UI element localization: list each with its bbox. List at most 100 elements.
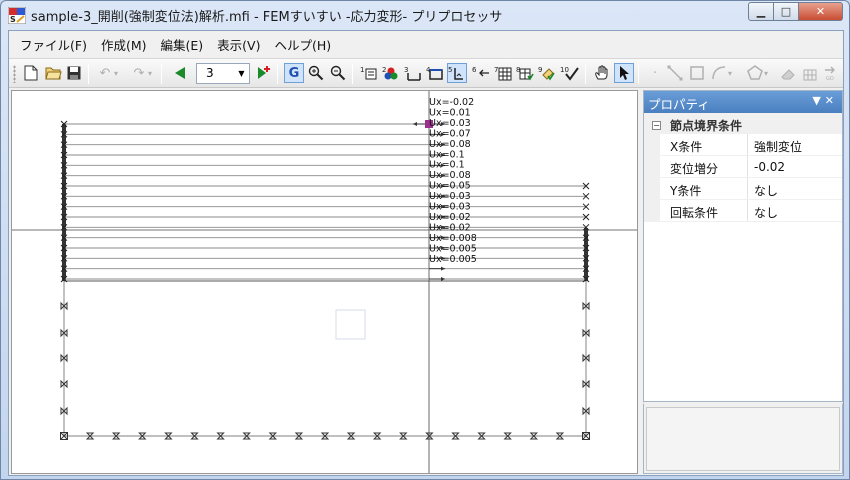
properties-category[interactable]: − 節点境界条件 (644, 113, 842, 134)
property-value[interactable]: -0.02 (748, 156, 785, 177)
zoom-in-icon[interactable] (306, 63, 326, 83)
property-value[interactable]: なし (748, 178, 778, 199)
svg-text:1: 1 (360, 66, 364, 74)
displacement-label: Ux=0.03 (429, 191, 471, 202)
property-name: 変位増分 (660, 156, 748, 177)
rectangle-tool-icon[interactable] (687, 63, 707, 83)
menu-help[interactable]: ヘルプ(H) (267, 32, 338, 57)
point-tool-icon[interactable]: · (645, 63, 665, 83)
menu-file[interactable]: ファイル(F) (13, 32, 94, 57)
displacement-arrowhead (441, 277, 445, 281)
panel-close-icon[interactable]: ✕ (825, 94, 838, 107)
close-button[interactable]: ✕ (799, 2, 843, 21)
step-select[interactable]: 3 ▼ (196, 63, 250, 84)
open-folder-icon[interactable] (43, 63, 63, 83)
erase-tool-icon[interactable] (778, 63, 798, 83)
fem-model-view[interactable]: Ux=-0.02Ux=0.01Ux=0.03Ux=0.07Ux=0.08Ux=0… (12, 91, 637, 473)
property-row[interactable]: X条件 強制変位 (644, 134, 842, 156)
svg-text:5: 5 (448, 66, 452, 74)
menu-bar: ファイル(F) 作成(M) 編集(E) 表示(V) ヘルプ(H) (9, 31, 843, 57)
property-value[interactable]: なし (748, 200, 778, 221)
selected-arrowhead (413, 122, 417, 126)
save-icon[interactable] (64, 63, 84, 83)
properties-header: プロパティ ▼✕ (644, 91, 842, 113)
chevron-down-icon[interactable]: ▼ (235, 65, 248, 82)
grid-snap-icon[interactable]: G (284, 63, 304, 83)
displacement-label: Ux=0.008 (429, 233, 477, 244)
toolbar-separator (88, 64, 89, 84)
minimize-button[interactable]: ▁ (748, 2, 774, 21)
caption-buttons: ▁ □ ✕ (748, 2, 843, 21)
element-icon[interactable]: 3 (403, 63, 423, 83)
properties-panel: プロパティ ▼✕ − 節点境界条件 X条件 強制変位 変位増分 -0.02 Y条… (643, 90, 843, 402)
check-data-icon[interactable]: 9 (537, 63, 557, 83)
line-tool-icon[interactable] (665, 63, 685, 83)
node-number-icon[interactable]: 1 (359, 63, 379, 83)
mesh-frame (62, 124, 588, 437)
step-select-value: 3 (206, 66, 214, 80)
displacement-label: Ux=0.1 (429, 149, 465, 160)
new-file-icon[interactable] (21, 63, 41, 83)
svg-text:7: 7 (494, 66, 498, 74)
menu-edit[interactable]: 編集(E) (154, 32, 211, 57)
app-window: S sample-3_開削(強制変位法)解析.mfi - FEMすいすい -応力… (0, 0, 850, 480)
maximize-button[interactable]: □ (774, 2, 799, 21)
property-description-pane (643, 402, 843, 474)
beam-element-icon[interactable]: 4 (425, 63, 445, 83)
displacement-label: Ux=0.1 (429, 160, 465, 171)
arc-dropdown-icon[interactable]: ▾ (725, 63, 735, 83)
displacement-label: Ux=0.03 (429, 118, 471, 129)
panel-dropdown-icon[interactable]: ▼ (812, 94, 824, 107)
polygon-dropdown-icon[interactable]: ▾ (761, 63, 771, 83)
property-row[interactable]: 回転条件 なし (644, 200, 842, 222)
finalize-check-icon[interactable]: 10 (560, 63, 580, 83)
zoom-out-icon[interactable] (328, 63, 348, 83)
add-step-icon[interactable] (254, 63, 274, 83)
properties-header-buttons: ▼✕ (812, 94, 838, 107)
property-name: X条件 (660, 134, 748, 155)
properties-title: プロパティ (648, 97, 710, 112)
app-icon: S (8, 7, 26, 24)
svg-text:S: S (10, 15, 16, 24)
placeholder-box (335, 309, 366, 340)
undo-dropdown-icon[interactable]: ▾ (111, 63, 121, 83)
material-color-icon[interactable]: 2 (381, 63, 401, 83)
displacement-label: Ux=0.07 (429, 128, 471, 139)
mesh-generate-icon[interactable] (800, 63, 820, 83)
load-icon[interactable]: 6 (471, 63, 491, 83)
displacement-label: Ux=0.005 (429, 254, 477, 265)
displacement-label: Ux=-0.02 (429, 97, 474, 108)
drawing-canvas[interactable]: Ux=-0.02 Ux=0.01 Ux=0.03 Ux=0.07 Ux=0.08 Ux=0… (11, 90, 638, 474)
title-bar[interactable]: S sample-3_開削(強制変位法)解析.mfi - FEMすいすい -応力… (1, 1, 849, 29)
toolbar-separator (585, 64, 586, 84)
support-symbols (60, 120, 590, 440)
table-check-icon[interactable]: 8 (515, 63, 535, 83)
redo-dropdown-icon[interactable]: ▾ (145, 63, 155, 83)
displacement-label: Ux=0.02 (429, 212, 471, 223)
svg-text:10: 10 (560, 66, 569, 74)
select-arrow-icon[interactable] (614, 63, 634, 83)
axis-lines (12, 91, 637, 473)
property-name: 回転条件 (660, 200, 748, 221)
displacement-arrowhead (441, 266, 445, 271)
property-name: Y条件 (660, 178, 748, 199)
hand-pan-icon[interactable] (592, 63, 612, 83)
collapse-icon[interactable]: − (652, 120, 661, 130)
menu-view[interactable]: 表示(V) (210, 32, 267, 57)
toolbar-separator (277, 64, 278, 84)
go-arrow-icon[interactable]: GO (821, 63, 841, 83)
toolbar-grip[interactable] (13, 65, 16, 83)
category-label: 節点境界条件 (670, 118, 743, 133)
property-row[interactable]: 変位増分 -0.02 (644, 156, 842, 178)
property-row[interactable]: Y条件 なし (644, 178, 842, 200)
toolbar-separator (161, 64, 162, 84)
boundary-condition-icon[interactable]: 5 (447, 63, 467, 83)
mesh-grid-icon[interactable]: 7 (493, 63, 513, 83)
property-value[interactable]: 強制変位 (748, 134, 802, 155)
toolbar: ↶ ▾ ↷ ▾ 3 ▼ G 1 2 3 4 5 6 7 8 9 10 · ▾ ▾… (9, 58, 843, 88)
toolbar-separator (352, 64, 353, 84)
menu-create[interactable]: 作成(M) (94, 32, 154, 57)
client-area: ファイル(F) 作成(M) 編集(E) 表示(V) ヘルプ(H) ↶ ▾ ↷ ▾ (8, 30, 844, 476)
previous-step-icon[interactable] (170, 63, 190, 83)
displacement-label: Ux=0.005 (429, 243, 477, 254)
